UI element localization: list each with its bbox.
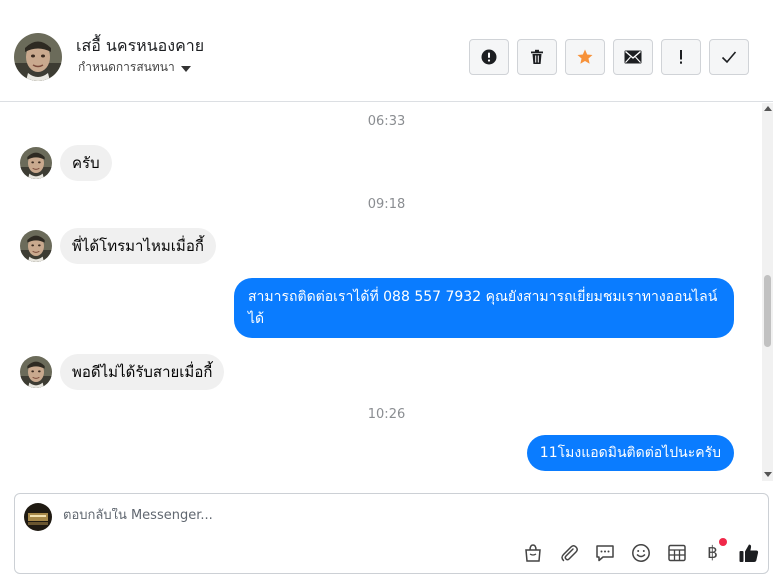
mark-done-button[interactable]	[709, 39, 749, 75]
message-bubble[interactable]: ครับ	[60, 145, 112, 181]
contact-avatar-small[interactable]	[20, 356, 52, 388]
timestamp: 09:18	[367, 197, 406, 212]
thumbs-up-icon	[739, 544, 758, 562]
page-avatar	[24, 503, 52, 531]
table-icon	[667, 544, 686, 562]
conversation-header: เสอื้ นครหนองคาย กำหนดการสนทนา	[0, 12, 773, 102]
assign-label: กำหนดการสนทนา	[78, 60, 175, 74]
notification-dot	[719, 538, 727, 546]
alert-circle-icon	[481, 49, 497, 65]
contact-avatar[interactable]	[14, 33, 62, 81]
star-button[interactable]	[565, 39, 605, 75]
spam-alert-button[interactable]	[469, 39, 509, 75]
outgoing-message-bubble[interactable]: 11โมงแอดมินติดต่อไปนะครับ	[526, 435, 734, 471]
scrollbar-thumb[interactable]	[764, 275, 771, 347]
conversation-actions	[469, 39, 749, 75]
like-button[interactable]	[736, 541, 761, 565]
attach-button[interactable]	[556, 541, 581, 565]
scroll-up-arrow-icon[interactable]	[764, 106, 772, 111]
scroll-down-arrow-icon[interactable]	[764, 472, 772, 477]
caret-down-icon	[180, 65, 191, 72]
trash-icon	[531, 49, 543, 64]
message-thread[interactable]: 06:33 ครับ 09:18 พี่ได้โทรมาไหมเมื่อกี้ …	[0, 103, 765, 481]
payment-button[interactable]: ฿	[700, 538, 727, 565]
message-bubble[interactable]: พี่ได้โทรมาไหมเมื่อกี้	[60, 228, 216, 264]
envelope-icon	[624, 50, 642, 64]
paperclip-icon	[560, 545, 578, 562]
timestamp: 10:26	[367, 407, 406, 422]
star-icon	[577, 49, 593, 64]
composer-toolbar: ฿	[520, 538, 761, 565]
reply-input[interactable]	[63, 508, 623, 523]
incoming-message: ครับ	[20, 145, 112, 181]
incoming-message: พี่ได้โทรมาไหมเมื่อกี้	[20, 228, 216, 264]
shopping-bag-icon	[524, 544, 541, 562]
contact-avatar-small[interactable]	[20, 147, 52, 179]
contact-name[interactable]: เสอื้ นครหนองคาย	[76, 34, 204, 59]
baht-icon: ฿	[707, 543, 718, 563]
thread-scrollbar[interactable]	[762, 103, 773, 481]
delete-button[interactable]	[517, 39, 557, 75]
follow-up-button[interactable]	[661, 39, 701, 75]
timestamp: 06:33	[367, 114, 406, 129]
emoji-button[interactable]	[628, 541, 653, 565]
saved-replies-button[interactable]	[592, 541, 617, 565]
shop-button[interactable]	[520, 541, 545, 565]
appointment-button[interactable]	[664, 541, 689, 565]
contact-avatar-small[interactable]	[20, 230, 52, 262]
reply-composer: ฿	[14, 493, 769, 574]
check-icon	[721, 51, 737, 64]
chat-bubble-icon	[595, 545, 614, 562]
exclamation-icon	[680, 50, 682, 64]
emoji-icon	[631, 544, 650, 562]
incoming-message: พอดีไม่ได้รับสายเมื่อกี้	[20, 354, 225, 390]
mark-unread-button[interactable]	[613, 39, 653, 75]
message-bubble[interactable]: พอดีไม่ได้รับสายเมื่อกี้	[60, 354, 225, 390]
assign-conversation-dropdown[interactable]: กำหนดการสนทนา	[78, 58, 191, 77]
outgoing-message-bubble[interactable]: สามารถติดต่อเราได้ที่ 088 557 7932 คุณยั…	[234, 278, 734, 338]
